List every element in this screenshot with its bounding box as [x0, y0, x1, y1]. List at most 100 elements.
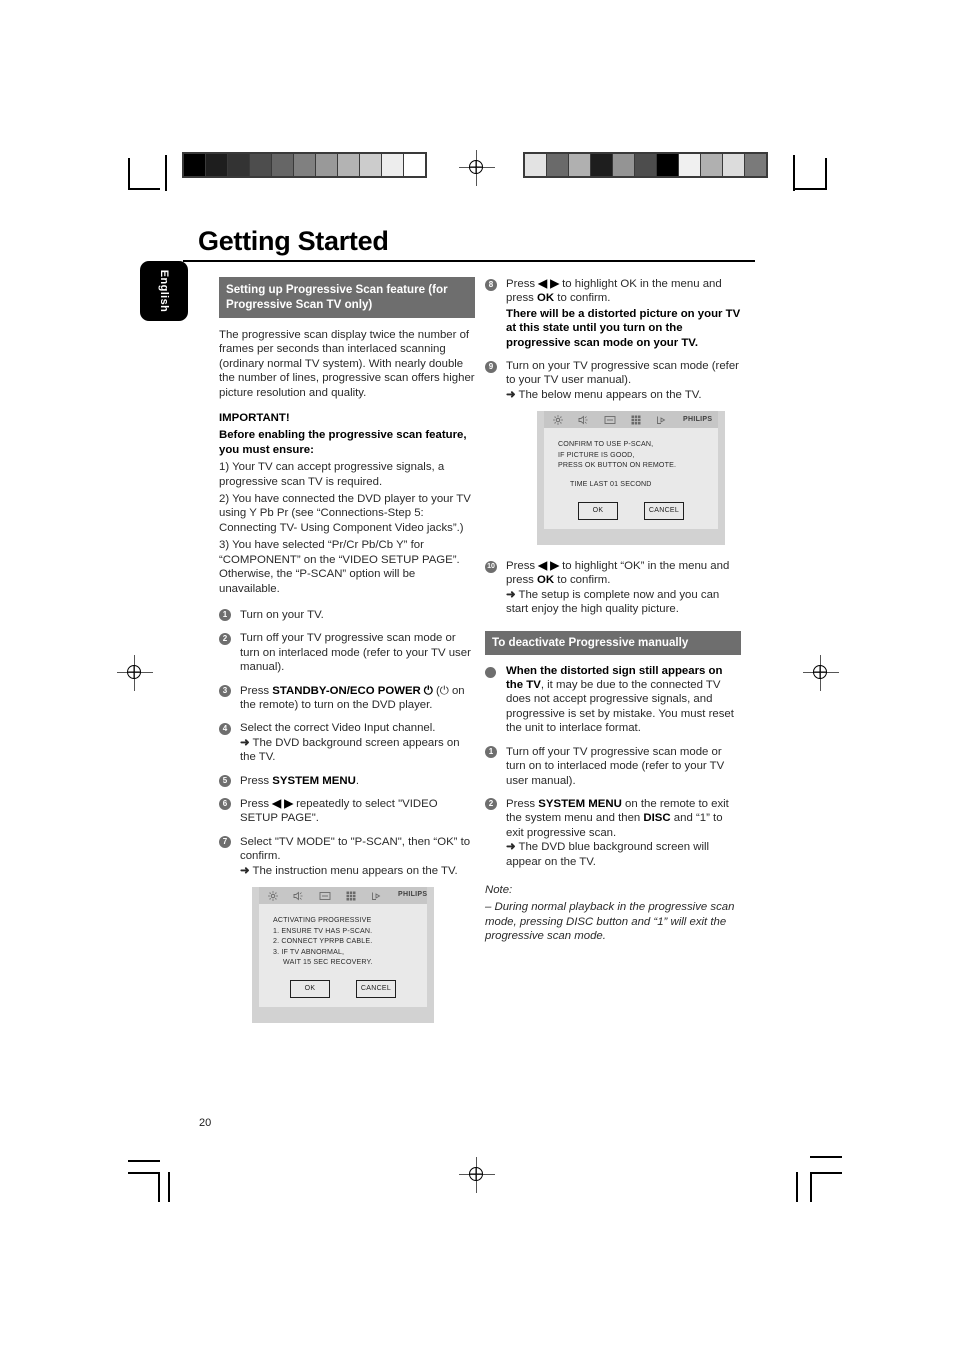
osd-line: WAIT 15 SEC RECOVERY.	[283, 958, 373, 967]
right-column: 8 Press ◀ ▶ to highlight OK in the menu a…	[485, 277, 741, 947]
page-number: 20	[199, 1117, 212, 1129]
registration-target-icon-bottom	[459, 1157, 495, 1193]
step-4: 4 Select the correct Video Input channel…	[219, 721, 475, 764]
deactivate-step-result-2: The DVD blue background screen will appe…	[506, 841, 710, 868]
grayscale-swatch	[184, 154, 205, 176]
left-right-arrows-icon-8: ◀ ▶	[538, 278, 559, 290]
osd-button-row: OK CANCEL	[544, 501, 718, 521]
step-2: 2 Turn off your TV progressive scan mode…	[219, 631, 475, 674]
deactivate-step-1: 1 Turn off your TV progressive scan mode…	[485, 745, 741, 788]
language-tab-label: English	[158, 269, 170, 313]
osd-icon-bar: PHILIPS	[259, 887, 427, 904]
grayscale-swatch	[250, 154, 271, 176]
crop-mark-bottom-left-bleed	[168, 1172, 170, 1202]
philips-brand-label: PHILIPS	[683, 415, 713, 423]
step-text-1: Turn on your TV.	[240, 608, 324, 621]
step-text-2: Turn off your TV progressive scan mode o…	[240, 632, 471, 674]
step-number-1: 1	[219, 609, 231, 622]
step-number-7: 7	[219, 836, 231, 849]
step-text-9: Turn on your TV progressive scan mode (r…	[506, 360, 739, 387]
deactivate-step-2: 2 Press SYSTEM MENU on the remote to exit…	[485, 797, 741, 869]
bullet-dot-icon	[485, 666, 496, 678]
step-number-2: 2	[219, 632, 231, 645]
step-text-3-pre: Press	[240, 684, 273, 697]
grayscale-swatch	[206, 154, 227, 176]
crop-mark-bottom-right-vertical	[810, 1172, 812, 1202]
exit-arrow-icon	[371, 891, 383, 901]
tv-screen-area: PHILIPS CONFIRM TO USE P-SCAN, IF PICTUR…	[544, 411, 718, 530]
crop-mark-top-left-bleed	[165, 155, 167, 191]
system-menu-label-right: SYSTEM MENU	[538, 797, 622, 810]
grayscale-swatch	[745, 154, 766, 176]
crop-mark-bottom-left-horizontal-2	[128, 1172, 160, 1174]
grayscale-swatch	[404, 154, 425, 176]
result-arrow-icon-4: ➜	[240, 736, 250, 749]
deactivate-step-number-2: 2	[485, 798, 497, 811]
step-text-5-post: .	[355, 774, 359, 787]
grayscale-swatch	[547, 154, 568, 176]
result-arrow-icon-10: ➜	[506, 588, 516, 601]
grayscale-calibration-strip-right	[523, 152, 768, 178]
crop-mark-top-right-bleed	[793, 155, 795, 191]
philips-brand-label: PHILIPS	[398, 891, 428, 899]
ok-label-8: OK	[537, 292, 555, 305]
step-number-8: 8	[485, 278, 497, 291]
step-number-10: 10	[485, 560, 497, 573]
speaker-icon	[578, 415, 589, 425]
exit-arrow-icon	[656, 415, 668, 425]
grayscale-swatch	[723, 154, 744, 176]
deactivate-step-text-1: Turn off your TV progressive scan mode o…	[506, 745, 725, 787]
section-header-to-deactivate-progressive: To deactivate Progressive manually	[485, 630, 741, 655]
left-right-arrows-icon-10: ◀ ▶	[538, 560, 559, 573]
osd-line: CONFIRM TO USE P-SCAN,	[558, 440, 654, 449]
step-text-5-pre: Press	[240, 774, 273, 787]
grayscale-swatch	[360, 154, 381, 176]
grayscale-swatch	[701, 154, 722, 176]
crop-mark-top-right-vertical	[825, 158, 827, 190]
grayscale-swatch	[657, 154, 678, 176]
osd-cancel-button[interactable]: CANCEL	[356, 979, 396, 999]
left-column: Setting up Progressive Scan feature (for…	[219, 277, 475, 1033]
grayscale-swatch	[294, 154, 315, 176]
ok-label-10: OK	[537, 574, 555, 587]
crop-mark-top-left-vertical	[128, 158, 130, 190]
step-result-10: The setup is complete now and you can st…	[506, 588, 720, 616]
osd-cancel-button[interactable]: CANCEL	[644, 501, 684, 521]
grid-icon	[346, 891, 356, 901]
grayscale-swatch	[569, 154, 590, 176]
osd-ok-button[interactable]: OK	[578, 501, 618, 521]
tv-bezel-bottom	[252, 1013, 434, 1023]
osd-ok-button[interactable]: OK	[290, 979, 330, 999]
step-5: 5 Press SYSTEM MENU.	[219, 774, 475, 788]
page-title: Getting Started	[198, 226, 389, 256]
step-text-10-post: to confirm.	[554, 574, 611, 587]
crop-mark-top-left-horizontal	[128, 188, 160, 190]
osd-icon-bar: PHILIPS	[544, 411, 718, 429]
step-text-8-post: to confirm.	[554, 292, 611, 305]
deactivate-step-2-pre: Press	[506, 797, 539, 810]
crop-mark-bottom-right-bleed	[796, 1172, 798, 1202]
step-number-6: 6	[219, 798, 231, 811]
tv-screenshot-confirm-menu: PHILIPS CONFIRM TO USE P-SCAN, IF PICTUR…	[537, 411, 725, 546]
video-display-icon	[604, 415, 616, 425]
osd-line: IF PICTURE IS GOOD,	[558, 450, 635, 459]
step-3: 3 Press STANDBY-ON/ECO POWER ⏻ (⏻ on the r…	[219, 684, 475, 713]
crop-mark-top-right-horizontal	[794, 188, 826, 190]
osd-line: ACTIVATING PROGRESSIVE	[273, 916, 372, 924]
important-item-2: 2) You have connected the DVD player to …	[219, 493, 471, 534]
step-9: 9 Turn on your TV progressive scan mode …	[485, 359, 741, 402]
system-menu-label-left: SYSTEM MENU	[272, 774, 356, 787]
tv-bezel-bottom	[537, 535, 725, 545]
step-text-7: Select "TV MODE" to "P-SCAN", then “OK” …	[240, 835, 471, 863]
result-arrow-icon-9: ➜	[506, 388, 516, 401]
grayscale-swatch	[525, 154, 546, 176]
registration-target-icon-right	[803, 655, 839, 691]
crop-mark-bottom-left-horizontal	[128, 1160, 160, 1162]
osd-line: PRESS OK BUTTON ON REMOTE.	[558, 461, 677, 470]
important-item-3: 3) You have selected “Pr/Cr Pb/Cb Y” for…	[219, 539, 460, 595]
osd-timer-line: TIME LAST 01 SECOND	[570, 480, 652, 489]
registration-target-icon-left	[117, 655, 153, 691]
step-result-7: The instruction menu appears on the TV.	[252, 864, 458, 877]
osd-message-area: ACTIVATING PROGRESSIVE 1. ENSURE TV HAS …	[259, 904, 427, 1007]
intro-paragraph: The progressive scan display twice the n…	[219, 329, 475, 399]
